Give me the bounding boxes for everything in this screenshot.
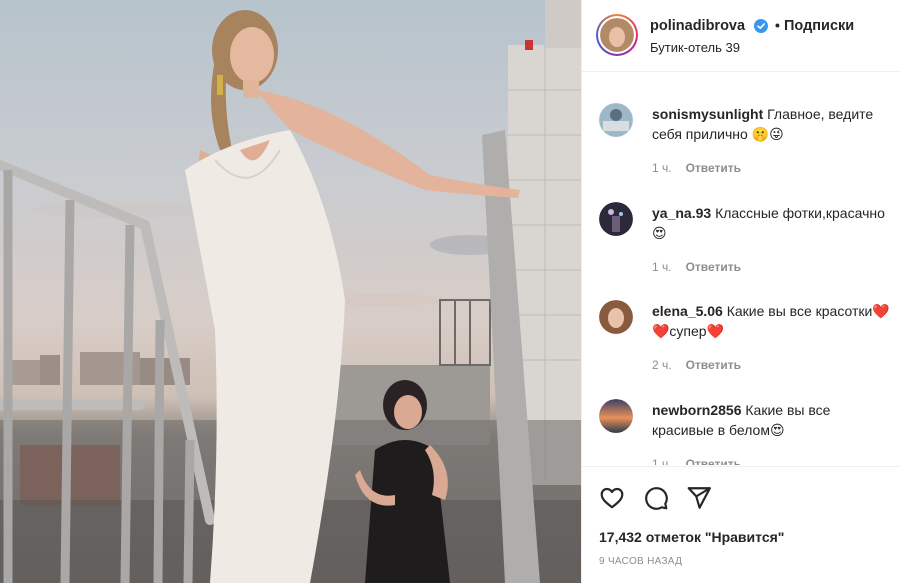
comment-text: newborn2856 Какие вы все красивые в бело… [652, 400, 894, 440]
likes-count[interactable]: 17,432 отметок "Нравится" [599, 529, 784, 545]
verified-badge-icon [754, 19, 768, 33]
post-sidebar: polinadibrova • Подписки Бутик-отель 39 … [581, 0, 900, 583]
author-username[interactable]: polinadibrova [650, 18, 745, 34]
comment-text: elena_5.06 Какие вы все красотки❤️❤️супе… [652, 301, 894, 341]
commenter-username[interactable]: ya_na.93 [652, 205, 711, 221]
reply-button[interactable]: Ответить [686, 161, 741, 175]
rooftop-photo-illustration [0, 0, 581, 583]
commenter-username[interactable]: newborn2856 [652, 402, 741, 418]
commenter-avatar[interactable] [599, 202, 633, 236]
avatar-image [600, 18, 634, 52]
comment-time: 1 ч. [652, 260, 672, 274]
comment-meta: 1 ч. Ответить [652, 260, 741, 274]
comment-time: 2 ч. [652, 358, 672, 372]
commenter-username[interactable]: elena_5.06 [652, 303, 723, 319]
commenter-avatar[interactable] [599, 399, 633, 433]
comment-text: ya_na.93 Классные фотки,красачно😍 [652, 203, 894, 243]
comment-meta: 2 ч. Ответить [652, 358, 741, 372]
reply-button[interactable]: Ответить [686, 260, 741, 274]
heart-icon[interactable] [599, 485, 625, 511]
comment-meta: 1 ч. Ответить [652, 161, 741, 175]
comment-time: 1 ч. [652, 161, 672, 175]
comment-icon[interactable] [643, 485, 669, 511]
post-timestamp[interactable]: 9 ЧАСОВ НАЗАД [599, 556, 682, 567]
reply-button[interactable]: Ответить [686, 358, 741, 372]
author-avatar[interactable] [596, 14, 638, 56]
comment-time: 1 ч. [652, 457, 672, 465]
share-icon[interactable] [686, 485, 712, 511]
commenter-avatar[interactable] [599, 300, 633, 334]
comments-list[interactable]: sonismysunlight Главное, ведите себя при… [582, 73, 900, 465]
post-location[interactable]: Бутик-отель 39 [650, 40, 740, 55]
reply-button[interactable]: Ответить [686, 457, 741, 465]
post-photo[interactable] [0, 0, 581, 583]
comment-text: sonismysunlight Главное, ведите себя при… [652, 104, 894, 144]
header-separator: • [775, 17, 780, 33]
comment-meta: 1 ч. Ответить [652, 457, 741, 465]
post-actions: 17,432 отметок "Нравится" 9 ЧАСОВ НАЗАД [582, 466, 900, 583]
following-button[interactable]: Подписки [784, 18, 854, 34]
commenter-username[interactable]: sonismysunlight [652, 106, 763, 122]
post-header: polinadibrova • Подписки Бутик-отель 39 [582, 0, 900, 72]
commenter-avatar[interactable] [599, 103, 633, 137]
